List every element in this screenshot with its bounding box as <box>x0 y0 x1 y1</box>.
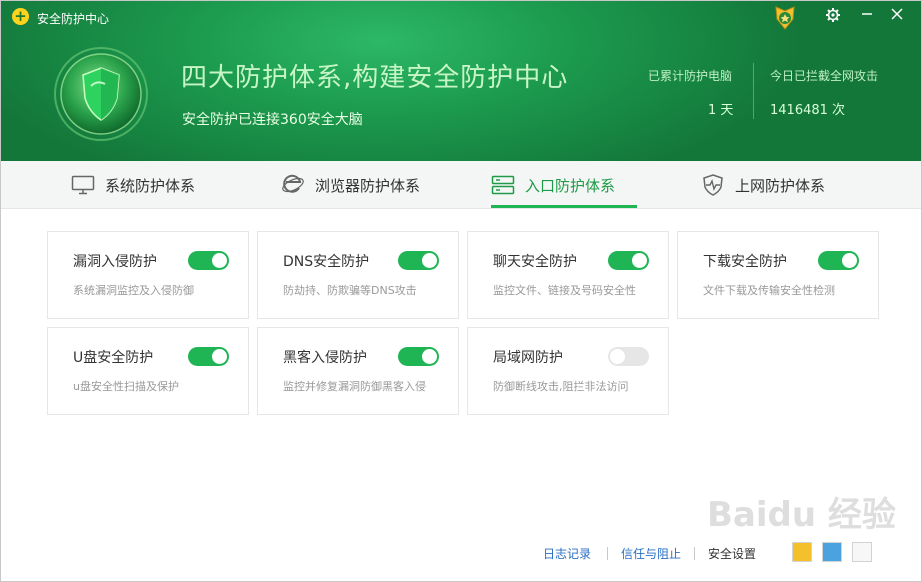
tab-browser-protection[interactable]: 浏览器防护体系 <box>281 161 420 209</box>
shield-pulse-icon <box>703 174 723 196</box>
card-desc: 监控文件、链接及号码安全性 <box>493 284 636 297</box>
toggle-knob <box>422 349 437 364</box>
card-title: 漏洞入侵防护 <box>73 254 157 270</box>
card-vuln-protection: 漏洞入侵防护 系统漏洞监控及入侵防御 <box>47 231 249 319</box>
toggle-switch[interactable] <box>398 251 439 270</box>
medal-icon[interactable] <box>773 5 797 31</box>
hero-subline: 安全防护已连接360安全大脑 <box>182 112 363 128</box>
card-title: 聊天安全防护 <box>493 254 577 270</box>
card-lan-protection: 局域网防护 防御断线攻击,阻拦非法访问 <box>467 327 669 415</box>
settings-gear-icon[interactable] <box>824 7 842 25</box>
card-title: 局域网防护 <box>493 350 563 366</box>
browser-e-icon <box>282 174 304 193</box>
menu-icon[interactable] <box>852 542 872 562</box>
shield-globe-icon <box>54 47 148 141</box>
help-icon[interactable] <box>822 542 842 562</box>
stat-protect-value: 1 天 <box>708 103 734 118</box>
footer-divider <box>694 547 695 560</box>
toggle-switch[interactable] <box>188 251 229 270</box>
hero-headline: 四大防护体系,构建安全防护中心 <box>181 63 569 93</box>
log-link[interactable]: 日志记录 <box>543 545 591 562</box>
stat-blocked-label: 今日已拦截全网攻击 <box>770 69 879 83</box>
monitor-icon <box>71 175 95 195</box>
toggle-switch[interactable] <box>398 347 439 366</box>
card-download-protection: 下载安全防护 文件下载及传输安全性检测 <box>677 231 879 319</box>
stat-divider <box>753 63 754 119</box>
card-hacker-protection: 黑客入侵防护 监控并修复漏洞防御黑客入侵 <box>257 327 459 415</box>
toggle-knob <box>842 253 857 268</box>
card-desc: 文件下载及传输安全性检测 <box>703 284 835 297</box>
toggle-knob <box>212 349 227 364</box>
card-title: U盘安全防护 <box>73 350 154 366</box>
card-title: 下载安全防护 <box>703 254 787 270</box>
app-window: + 安全防护中心 四大防护体系,构建安全防护中心 安全防护已连接360安全大脑 … <box>0 0 922 582</box>
toggle-knob <box>632 253 647 268</box>
title-bar: + 安全防护中心 <box>1 1 921 33</box>
card-chat-protection: 聊天安全防护 监控文件、链接及号码安全性 <box>467 231 669 319</box>
minimize-button[interactable] <box>858 7 876 25</box>
tab-internet-protection[interactable]: 上网防护体系 <box>701 161 825 209</box>
toggle-knob <box>610 349 625 364</box>
tab-label: 系统防护体系 <box>105 176 196 195</box>
security-settings-link[interactable]: 安全设置 <box>708 545 756 562</box>
toggle-knob <box>422 253 437 268</box>
toggle-switch[interactable] <box>608 347 649 366</box>
tab-label: 上网防护体系 <box>735 176 826 195</box>
stat-blocked-value: 1416481 次 <box>770 103 846 118</box>
card-desc: 防御断线攻击,阻拦非法访问 <box>493 380 629 393</box>
toggle-knob <box>212 253 227 268</box>
baidu-watermark: Baidu 经验 <box>707 495 896 535</box>
active-tab-indicator <box>491 205 637 208</box>
tab-system-protection[interactable]: 系统防护体系 <box>71 161 195 209</box>
toggle-switch[interactable] <box>818 251 859 270</box>
trust-block-link[interactable]: 信任与阻止 <box>621 545 681 562</box>
toggle-switch[interactable] <box>608 251 649 270</box>
close-button[interactable] <box>888 7 906 25</box>
card-desc: 监控并修复漏洞防御黑客入侵 <box>283 380 426 393</box>
stat-protect-label: 已累计防护电脑 <box>648 69 733 83</box>
tab-label: 入口防护体系 <box>525 176 616 195</box>
window-title: 安全防护中心 <box>37 12 110 26</box>
app-logo-icon: + <box>12 8 29 25</box>
card-desc: 系统漏洞监控及入侵防御 <box>73 284 194 297</box>
footer-divider <box>607 547 608 560</box>
tab-label: 浏览器防护体系 <box>315 176 421 195</box>
feedback-icon[interactable] <box>792 542 812 562</box>
card-usb-protection: U盘安全防护 u盘安全性扫描及保护 <box>47 327 249 415</box>
server-icon <box>491 175 515 195</box>
card-title: DNS安全防护 <box>283 254 370 270</box>
card-desc: u盘安全性扫描及保护 <box>73 380 179 393</box>
card-title: 黑客入侵防护 <box>283 350 367 366</box>
toggle-switch[interactable] <box>188 347 229 366</box>
card-desc: 防劫持、防欺骗等DNS攻击 <box>283 284 417 297</box>
hero-header: + 安全防护中心 四大防护体系,构建安全防护中心 安全防护已连接360安全大脑 … <box>1 1 921 161</box>
tab-bar: 系统防护体系 浏览器防护体系 入口防护体系 上网防护体系 <box>1 161 921 209</box>
tab-entry-protection[interactable]: 入口防护体系 <box>491 161 615 209</box>
card-dns-protection: DNS安全防护 防劫持、防欺骗等DNS攻击 <box>257 231 459 319</box>
